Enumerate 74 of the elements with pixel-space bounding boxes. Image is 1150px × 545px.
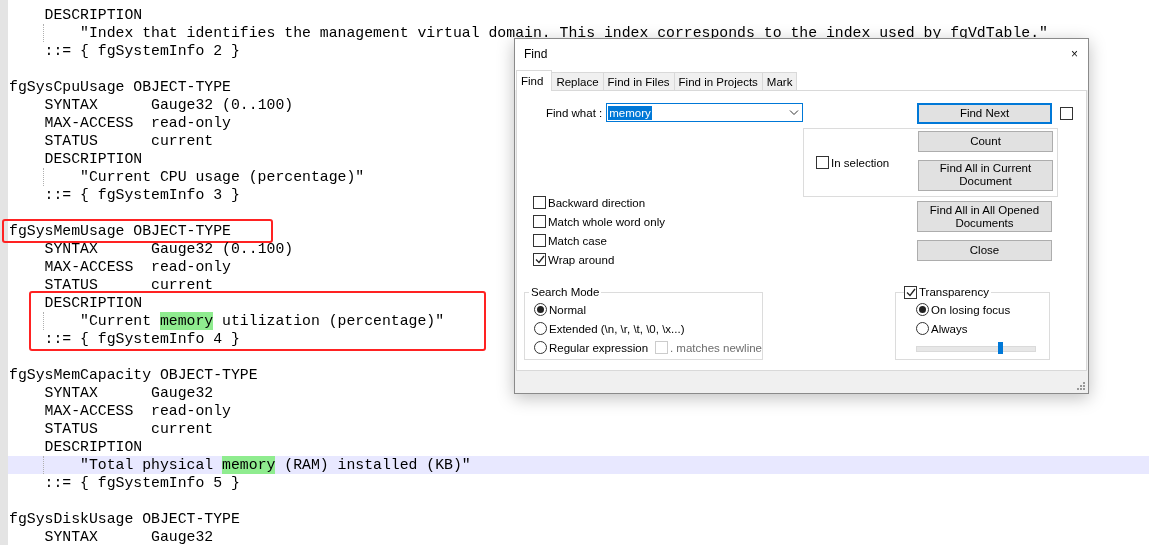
radio-button[interactable] [916,303,929,316]
option-label: Regular expression [549,341,649,354]
code-text: ::= { fgSystemInfo 2 } [44,42,240,60]
option-label: Transparency [919,286,989,298]
group-title: Search Mode [531,286,600,298]
code-text: fgSysMemUsage OBJECT-TYPE [9,222,231,240]
radio-button[interactable] [534,341,547,354]
code-text: "Total physical [80,456,215,474]
option-label: . matches newline [669,341,762,354]
radio-button[interactable] [534,322,547,335]
checkbox[interactable] [533,253,546,266]
code-text: STATUS current [44,132,214,150]
option-label: Match case [548,234,607,247]
tab[interactable]: Find in Projects [673,72,763,90]
button[interactable]: Find Next [917,103,1052,124]
checkbox[interactable] [533,196,546,209]
tab[interactable]: Mark [761,72,798,90]
dialog-title: Find [524,47,548,61]
code-text: "Current CPU usage (percentage)" [80,168,365,186]
code-text: ::= { fgSystemInfo 4 } [44,330,240,348]
button[interactable]: Find All in Current Document [918,159,1053,191]
checkbox[interactable] [533,215,546,228]
code-text: ::= { fgSystemInfo 3 } [44,186,240,204]
slider-thumb[interactable] [997,342,1003,354]
code-text: MAX-ACCESS read-only [44,114,231,132]
code-text: "Current [80,312,153,330]
button[interactable]: Close [917,240,1052,261]
code-text: MAX-ACCESS read-only [44,402,231,420]
option-label: Wrap around [548,253,615,266]
close-icon[interactable]: × [1069,44,1080,64]
option-label: Backward direction [548,196,646,209]
code-text: (RAM) installed (KB)" [283,456,471,474]
code-text: SYNTAX Gauge32 (0..100) [44,96,294,114]
code-text: ::= { fgSystemInfo 5 } [44,474,240,492]
indent-guide [43,24,44,42]
code-text: SYNTAX Gauge32 (0..100) [44,240,294,258]
option-label: Normal [549,303,587,316]
button[interactable]: Count [918,130,1053,152]
search-match: memory [159,312,214,330]
tab[interactable]: Replace [551,72,604,90]
option-label: In selection [831,156,890,169]
checkbox[interactable] [816,156,829,169]
code-text: fgSysDiskUsage OBJECT-TYPE [9,510,240,528]
code-text: fgSysMemCapacity OBJECT-TYPE [9,366,258,384]
code-text: fgSysCpuUsage OBJECT-TYPE [9,78,231,96]
code-text: utilization (percentage)" [221,312,445,330]
code-text: DESCRIPTION [44,294,143,312]
radio-button[interactable] [534,303,547,316]
code-text: DESCRIPTION [44,438,143,456]
tab[interactable]: Find in Files [602,72,675,90]
indent-guide [43,456,44,474]
code-text: STATUS current [44,420,214,438]
option-label: Always [931,322,968,335]
radio-button[interactable] [916,322,929,335]
indent-guide [43,312,44,330]
checkbox[interactable] [904,285,917,299]
button[interactable]: Find All in All Opened Documents [917,201,1052,232]
option-label: Extended (\n, \r, \t, \0, \x...) [549,322,685,335]
option-label: On losing focus [931,303,1011,316]
code-text: DESCRIPTION [44,6,143,24]
checkbox[interactable] [533,234,546,247]
code-text: DESCRIPTION [44,150,143,168]
search-match: memory [222,456,276,474]
option-label: Match whole word only [548,215,665,228]
resize-grip-icon[interactable] [1076,381,1086,391]
code-text: STATUS current [44,276,214,294]
field-label: Find what : [545,106,603,119]
code-text: SYNTAX Gauge32 [44,384,214,402]
checkbox[interactable] [1060,107,1073,120]
indent-guide [43,168,44,186]
search-combobox[interactable]: memory [606,103,803,122]
code-text: MAX-ACCESS read-only [44,258,231,276]
code-text: SYNTAX Gauge32 [44,528,214,545]
tab[interactable]: Find [516,70,553,91]
